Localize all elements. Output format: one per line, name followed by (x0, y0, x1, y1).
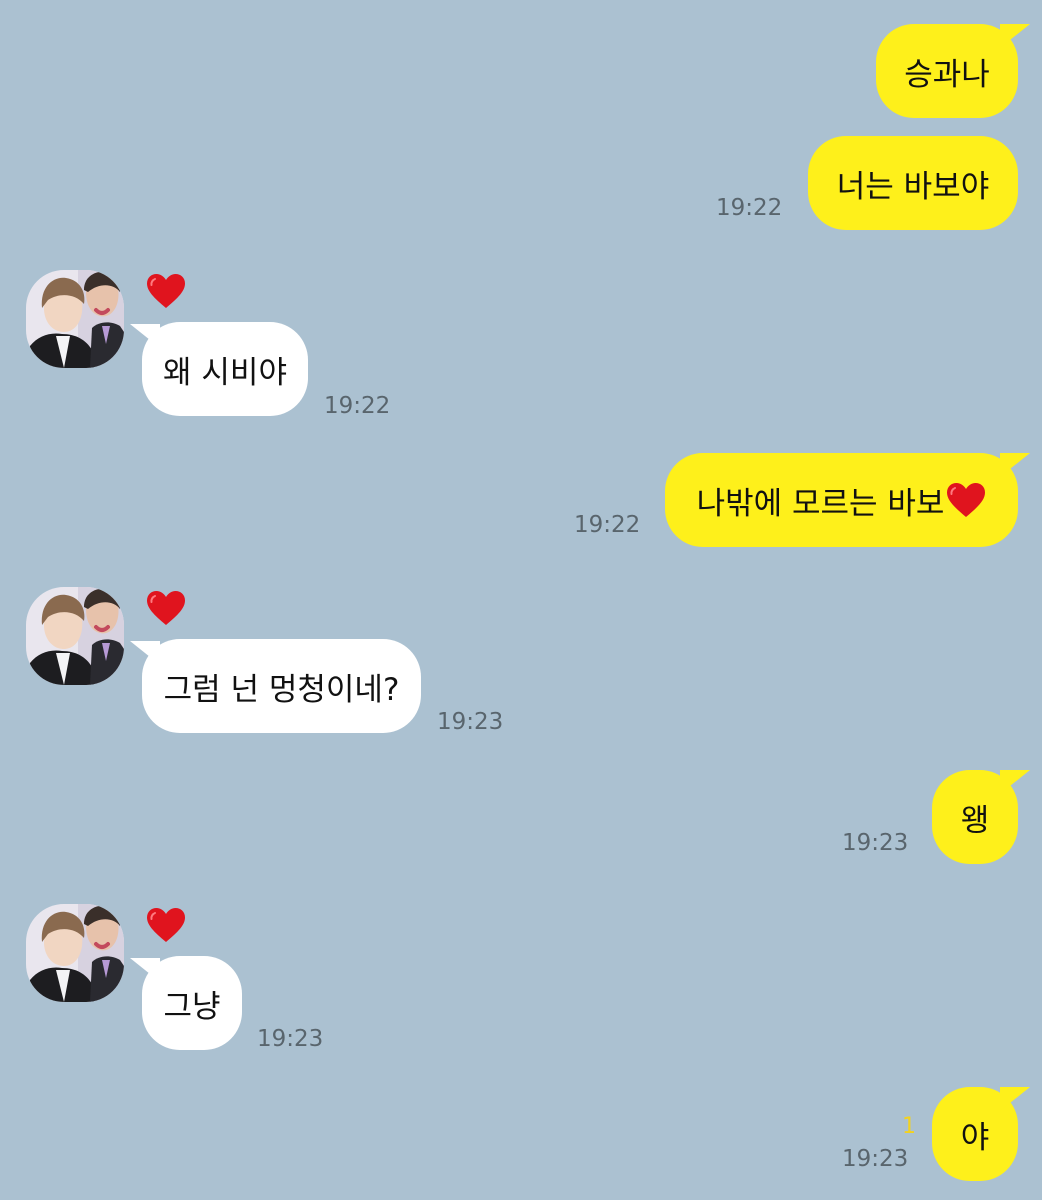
message-text: 나밖에 모르는 바보 (696, 485, 945, 522)
red-heart-icon (146, 589, 186, 627)
message-timestamp: 19:22 (324, 393, 391, 419)
contact-avatar[interactable] (26, 904, 124, 1002)
message-timestamp: 19:22 (716, 195, 783, 221)
contact-message-bubble[interactable]: 왜 시비야 (130, 322, 308, 416)
profile-photo (26, 270, 124, 368)
my-message-bubble[interactable]: 야 (932, 1087, 1030, 1181)
contact-message-bubble[interactable]: 그냥 (130, 956, 242, 1050)
message-timestamp: 19:23 (257, 1026, 324, 1052)
my-message-bubble[interactable]: 나밖에 모르는 바보 (665, 453, 1030, 547)
red-heart-icon (946, 482, 986, 518)
red-heart-icon (146, 272, 186, 310)
contact-message-bubble[interactable]: 그럼 넌 멍청이네? (130, 639, 421, 733)
contact-avatar[interactable] (26, 587, 124, 685)
message-text: 야 (960, 1119, 990, 1156)
contact-avatar[interactable] (26, 270, 124, 368)
message-text: 그냥 (163, 988, 221, 1025)
message-text: 승과나 (904, 56, 990, 93)
message-text: 너는 바보야 (836, 168, 990, 205)
my-message-bubble[interactable]: 왱 (932, 770, 1030, 864)
message-timestamp: 19:23 (842, 1146, 909, 1172)
profile-photo (26, 587, 124, 685)
message-timestamp: 19:23 (842, 830, 909, 856)
message-timestamp: 19:22 (574, 512, 641, 538)
unread-count: 1 (902, 1114, 916, 1139)
red-heart-icon (146, 906, 186, 944)
message-text: 그럼 넌 멍청이네? (163, 671, 400, 708)
message-text: 왜 시비야 (163, 354, 287, 391)
chat-room: 승과나 19:22 너는 바보야 왜 시비야 19:22 19:22 나밖에 모… (0, 0, 1042, 1200)
message-timestamp: 19:23 (437, 709, 504, 735)
profile-photo (26, 904, 124, 1002)
message-text: 왱 (960, 802, 990, 839)
my-message-bubble[interactable]: 너는 바보야 (808, 136, 1018, 230)
my-message-bubble[interactable]: 승과나 (876, 24, 1030, 118)
